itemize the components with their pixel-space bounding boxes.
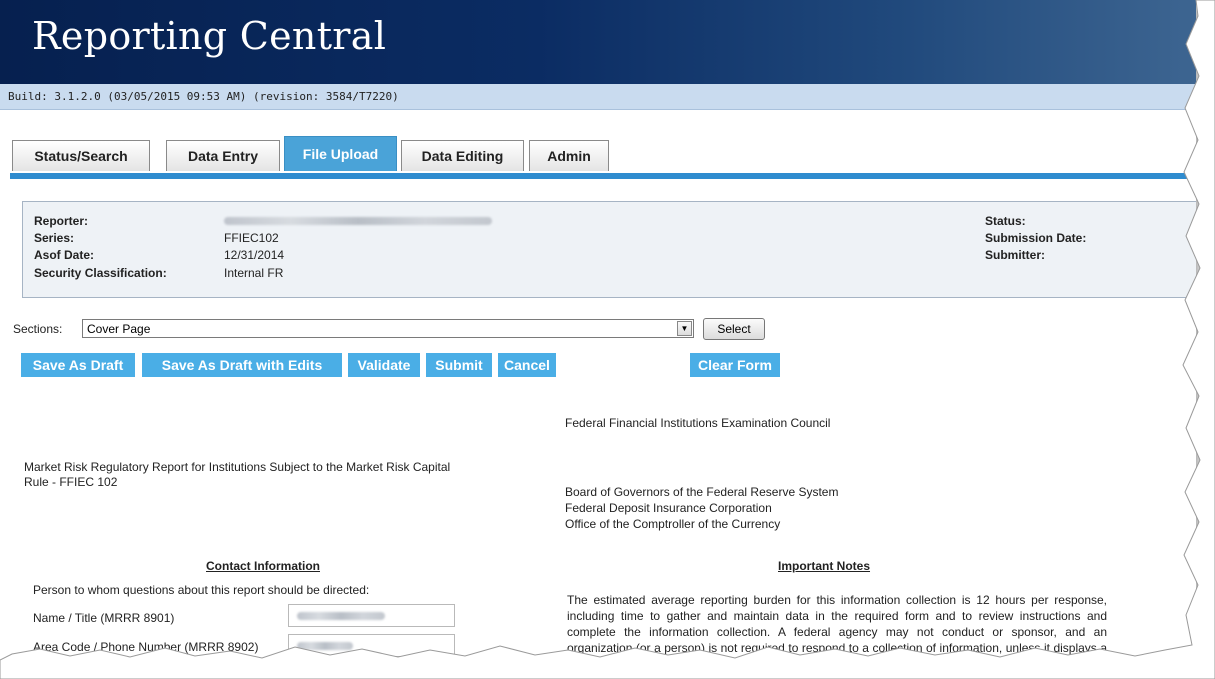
contact-heading: Contact Information <box>206 559 320 573</box>
status-label: Status: <box>985 214 1026 228</box>
tab-label: Data Editing <box>421 148 504 164</box>
build-info-bar: Build: 3.1.2.0 (03/05/2015 09:53 AM) (re… <box>0 84 1196 110</box>
name-title-label: Name / Title (MRRR 8901) <box>33 611 175 625</box>
clear-form-button[interactable]: Clear Form <box>690 353 780 377</box>
submitter-label: Submitter: <box>985 248 1045 262</box>
tab-label: Admin <box>547 148 591 164</box>
sections-selected: Cover Page <box>87 322 151 336</box>
contact-prompt: Person to whom questions about this repo… <box>33 583 370 597</box>
submission-date-label: Submission Date: <box>985 231 1087 245</box>
report-info-panel: Reporter: Series: FFIEC102 Asof Date: 12… <box>22 201 1196 298</box>
security-label: Security Classification: <box>34 266 167 280</box>
sections-label: Sections: <box>13 322 63 336</box>
security-value: Internal FR <box>224 266 284 280</box>
tab-data-entry[interactable]: Data Entry <box>166 140 280 171</box>
report-title-line2: Rule - FFIEC 102 <box>24 475 118 489</box>
name-title-input[interactable] <box>288 604 455 627</box>
sections-dropdown[interactable]: Cover Page ▼ <box>82 319 694 338</box>
agency-frb: Board of Governors of the Federal Reserv… <box>565 485 839 499</box>
submit-button[interactable]: Submit <box>426 353 492 377</box>
dropdown-arrow-icon[interactable]: ▼ <box>677 321 692 336</box>
asof-value: 12/31/2014 <box>224 248 285 262</box>
phone-input[interactable] <box>288 634 455 657</box>
important-notes-text: The estimated average reporting burden f… <box>567 593 1107 660</box>
header-banner: Reporting Central <box>0 0 1196 84</box>
tab-label: Status/Search <box>34 148 128 164</box>
phone-label: Area Code / Phone Number (MRRR 8902) <box>33 640 259 654</box>
agency-fdic: Federal Deposit Insurance Corporation <box>565 501 772 515</box>
app-window: Reporting Central Build: 3.1.2.0 (03/05/… <box>0 0 1196 660</box>
tab-label: File Upload <box>302 146 379 162</box>
series-label: Series: <box>34 231 75 245</box>
save-draft-with-edits-button[interactable]: Save As Draft with Edits <box>142 353 342 377</box>
tab-data-editing[interactable]: Data Editing <box>401 140 524 171</box>
build-info: Build: 3.1.2.0 (03/05/2015 09:53 AM) (re… <box>8 90 399 103</box>
asof-label: Asof Date: <box>34 248 95 262</box>
agency-occ: Office of the Comptroller of the Currenc… <box>565 517 781 531</box>
save-draft-button[interactable]: Save As Draft <box>21 353 135 377</box>
select-button[interactable]: Select <box>703 318 765 340</box>
report-title-line1: Market Risk Regulatory Report for Instit… <box>24 460 451 474</box>
validate-button[interactable]: Validate <box>348 353 420 377</box>
tab-underline <box>10 173 1196 179</box>
phone-value-redacted <box>297 642 353 650</box>
series-value: FFIEC102 <box>224 231 279 245</box>
tab-label: Data Entry <box>187 148 259 164</box>
reporter-value-redacted <box>224 217 492 225</box>
tab-admin[interactable]: Admin <box>529 140 609 171</box>
name-value-redacted <box>297 612 385 620</box>
notes-heading: Important Notes <box>778 559 871 573</box>
tab-status-search[interactable]: Status/Search <box>12 140 150 171</box>
app-title: Reporting Central <box>32 14 387 58</box>
cancel-button[interactable]: Cancel <box>498 353 556 377</box>
council-name: Federal Financial Institutions Examinati… <box>565 416 831 430</box>
reporter-label: Reporter: <box>34 214 89 228</box>
tab-file-upload[interactable]: File Upload <box>284 136 397 171</box>
